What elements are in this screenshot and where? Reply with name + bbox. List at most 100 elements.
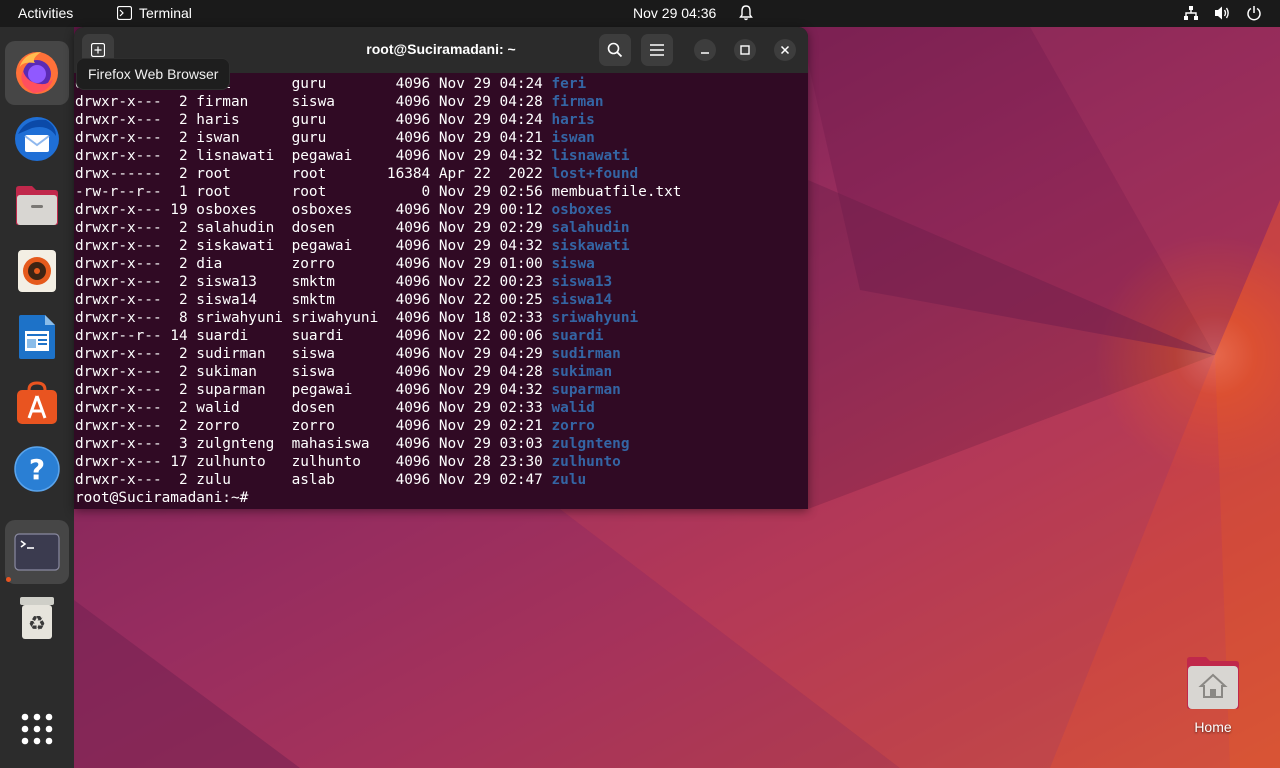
activities-button[interactable]: Activities: [18, 5, 73, 21]
search-icon: [607, 42, 623, 58]
directory-name: lost+found: [551, 166, 639, 182]
listing-row: drwxr--r-- 14 suardi suardi 4096 Nov 22 …: [75, 327, 681, 345]
running-indicator: [6, 577, 11, 582]
minimize-button[interactable]: [694, 39, 716, 61]
directory-name: sukiman: [551, 364, 613, 380]
directory-name: suardi: [551, 328, 604, 344]
terminal-output[interactable]: drwxr-x--- 2 feri guru 4096 Nov 29 04:24…: [74, 73, 808, 509]
listing-meta: drwxr-x--- 17 zulhunto zulhunto 4096 Nov…: [75, 454, 552, 470]
minimize-icon: [701, 52, 709, 54]
directory-name: walid: [551, 400, 595, 416]
network-icon[interactable]: [1183, 5, 1199, 21]
app-menu[interactable]: Terminal: [117, 5, 192, 21]
terminal-icon: [14, 533, 60, 571]
dock-files[interactable]: [5, 173, 69, 237]
firefox-icon: [16, 52, 58, 94]
listing-meta: drwxr-x--- 2 siswa13 smktm 4096 Nov 22 0…: [75, 274, 552, 290]
listing-meta: -rw-r--r-- 1 root root 0 Nov 29 02:56: [75, 184, 552, 200]
dock: ? ♻: [0, 27, 74, 768]
directory-name: suparman: [551, 382, 621, 398]
directory-name: feri: [551, 76, 587, 92]
dock-app-center[interactable]: [5, 371, 69, 435]
listing-row: drwxr-x--- 2 zorro zorro 4096 Nov 29 02:…: [75, 417, 681, 435]
directory-name: sudirman: [551, 346, 621, 362]
dock-trash[interactable]: ♻: [5, 586, 69, 650]
directory-name: iswan: [551, 130, 595, 146]
dock-tooltip: Firefox Web Browser: [76, 58, 231, 90]
listing-row: drwxr-x--- 2 sukiman siswa 4096 Nov 29 0…: [75, 363, 681, 381]
dock-show-apps[interactable]: [5, 697, 69, 761]
bell-icon[interactable]: [738, 4, 754, 24]
listing-row: drwxr-x--- 2 walid dosen 4096 Nov 29 02:…: [75, 399, 681, 417]
dock-writer[interactable]: [5, 305, 69, 369]
top-bar: Activities Terminal Nov 29 04:36: [0, 0, 1280, 27]
listing-row: drwxr-x--- 2 iswan guru 4096 Nov 29 04:2…: [75, 129, 681, 147]
listing-row: drwxr-x--- 2 siskawati pegawai 4096 Nov …: [75, 237, 681, 255]
apps-grid-icon: [21, 713, 53, 745]
listing-meta: drwxr-x--- 2 zorro zorro 4096 Nov 29 02:…: [75, 418, 552, 434]
thunderbird-icon: [15, 117, 59, 161]
directory-listing: drwxr-x--- 2 feri guru 4096 Nov 29 04:24…: [75, 75, 681, 507]
listing-row: drwxr-x--- 3 zulgnteng mahasiswa 4096 No…: [75, 435, 681, 453]
listing-meta: drwx------ 2 root root 16384 Apr 22 2022: [75, 166, 552, 182]
listing-meta: drwxr--r-- 14 suardi suardi 4096 Nov 22 …: [75, 328, 552, 344]
listing-row: drwxr-x--- 19 osboxes osboxes 4096 Nov 2…: [75, 201, 681, 219]
listing-row: drwxr-x--- 2 siswa14 smktm 4096 Nov 22 0…: [75, 291, 681, 309]
listing-meta: drwxr-x--- 19 osboxes osboxes 4096 Nov 2…: [75, 202, 552, 218]
terminal-window[interactable]: root@Suciramadani: ~ drwxr-x--- 2 feri g…: [74, 27, 808, 509]
listing-row: drwx------ 2 root root 16384 Apr 22 2022…: [75, 165, 681, 183]
listing-row: drwxr-x--- 2 siswa13 smktm 4096 Nov 22 0…: [75, 273, 681, 291]
listing-row: drwxr-x--- 2 zulu aslab 4096 Nov 29 02:4…: [75, 471, 681, 489]
svg-text:♻: ♻: [28, 611, 46, 635]
listing-row: -rw-r--r-- 1 root root 0 Nov 29 02:56 me…: [75, 183, 681, 201]
dock-thunderbird[interactable]: [5, 107, 69, 171]
app-menu-label: Terminal: [139, 5, 192, 21]
directory-name: zulu: [551, 472, 587, 488]
system-tray[interactable]: [1183, 5, 1262, 21]
directory-name: zulhunto: [551, 454, 621, 470]
dock-rhythmbox[interactable]: [5, 239, 69, 303]
listing-row: drwxr-x--- 2 salahudin dosen 4096 Nov 29…: [75, 219, 681, 237]
listing-row: drwxr-x--- 2 dia zorro 4096 Nov 29 01:00…: [75, 255, 681, 273]
listing-meta: drwxr-x--- 2 lisnawati pegawai 4096 Nov …: [75, 148, 552, 164]
desktop-home-icon[interactable]: Home: [1180, 656, 1246, 735]
menu-button[interactable]: [641, 34, 673, 66]
directory-name: lisnawati: [551, 148, 630, 164]
writer-icon: [19, 315, 55, 359]
listing-meta: drwxr-x--- 2 firman siswa 4096 Nov 29 04…: [75, 94, 552, 110]
app-center-icon: [17, 381, 57, 424]
directory-name: siswa13: [551, 274, 613, 290]
directory-name: zorro: [551, 418, 595, 434]
trash-icon: ♻: [20, 597, 54, 639]
listing-row: drwxr-x--- 2 sudirman siswa 4096 Nov 29 …: [75, 345, 681, 363]
dock-help[interactable]: ?: [5, 437, 69, 501]
clock[interactable]: Nov 29 04:36: [633, 5, 716, 21]
file-name: membuatfile.txt: [551, 184, 682, 200]
close-icon: [780, 45, 790, 55]
listing-meta: drwxr-x--- 2 zulu aslab 4096 Nov 29 02:4…: [75, 472, 552, 488]
directory-name: sriwahyuni: [551, 310, 639, 326]
close-button[interactable]: [774, 39, 796, 61]
directory-name: siswa14: [551, 292, 613, 308]
rhythmbox-icon: [18, 250, 56, 292]
listing-meta: drwxr-x--- 2 walid dosen 4096 Nov 29 02:…: [75, 400, 552, 416]
dock-terminal[interactable]: [5, 520, 69, 584]
listing-row: drwxr-x--- 8 sriwahyuni sriwahyuni 4096 …: [75, 309, 681, 327]
directory-name: haris: [551, 112, 595, 128]
listing-meta: drwxr-x--- 2 siskawati pegawai 4096 Nov …: [75, 238, 552, 254]
listing-meta: drwxr-x--- 2 siswa14 smktm 4096 Nov 22 0…: [75, 292, 552, 308]
dock-firefox[interactable]: [5, 41, 69, 105]
listing-meta: drwxr-x--- 2 sukiman siswa 4096 Nov 29 0…: [75, 364, 552, 380]
listing-meta: drwxr-x--- 2 iswan guru 4096 Nov 29 04:2…: [75, 130, 552, 146]
shell-prompt[interactable]: root@Suciramadani:~#: [75, 489, 681, 507]
listing-meta: drwxr-x--- 2 salahudin dosen 4096 Nov 29…: [75, 220, 552, 236]
search-button[interactable]: [599, 34, 631, 66]
listing-meta: drwxr-x--- 2 dia zorro 4096 Nov 29 01:00: [75, 256, 552, 272]
listing-row: drwxr-x--- 2 suparman pegawai 4096 Nov 2…: [75, 381, 681, 399]
volume-icon[interactable]: [1214, 5, 1231, 21]
maximize-button[interactable]: [734, 39, 756, 61]
directory-name: firman: [551, 94, 604, 110]
power-icon[interactable]: [1246, 5, 1262, 21]
listing-row: drwxr-x--- 17 zulhunto zulhunto 4096 Nov…: [75, 453, 681, 471]
directory-name: salahudin: [551, 220, 630, 236]
